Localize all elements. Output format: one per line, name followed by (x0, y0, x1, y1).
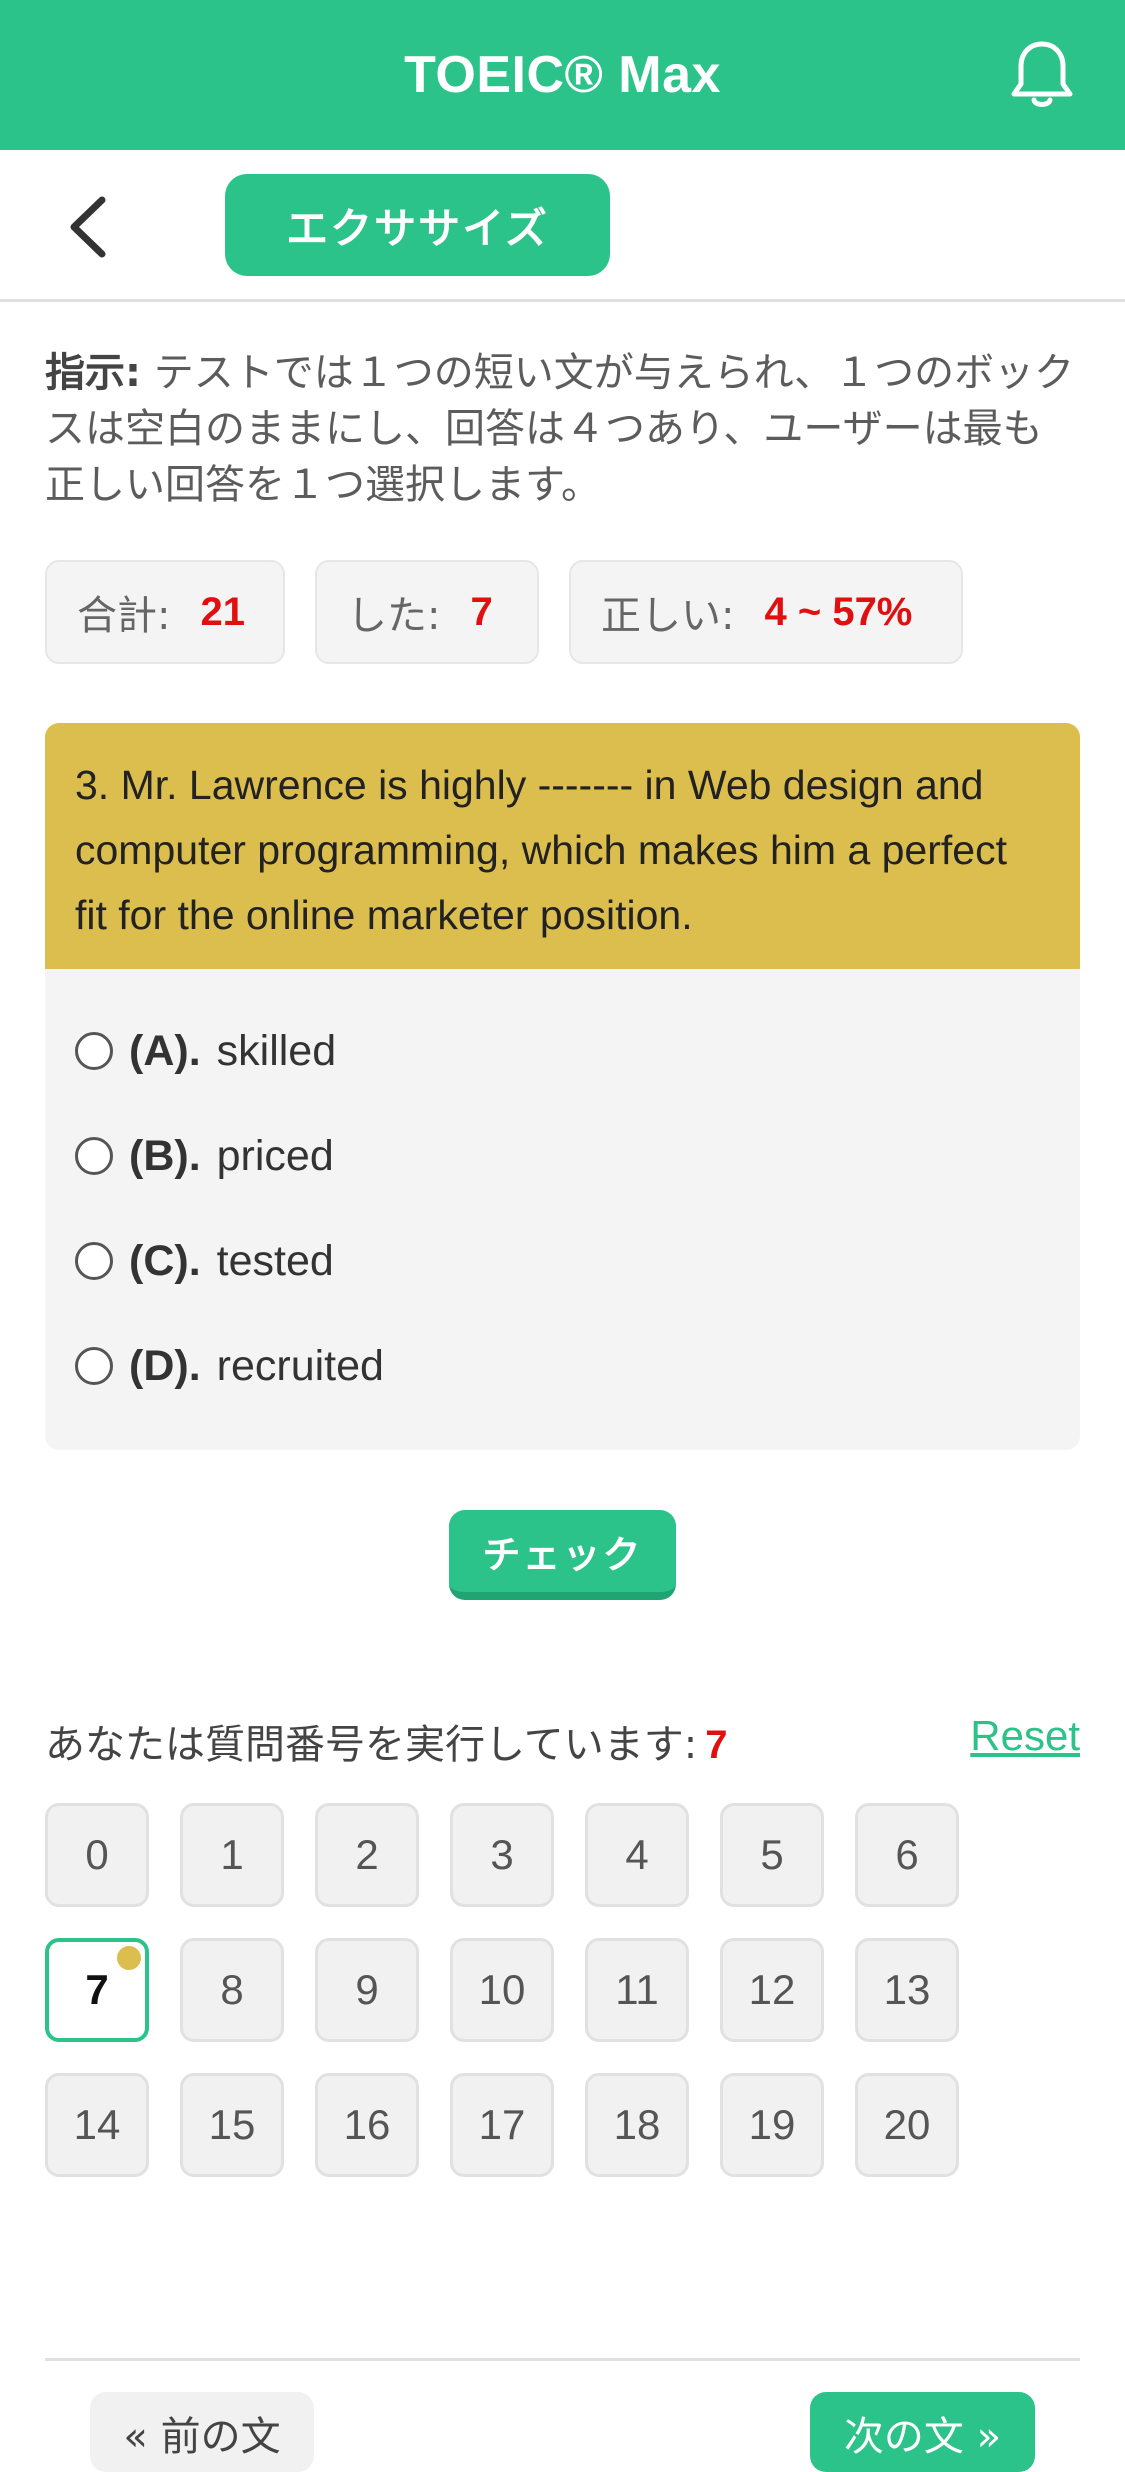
option-c[interactable]: (C). tested (75, 1231, 334, 1291)
question-number-16[interactable]: 16 (315, 2073, 419, 2177)
stat-done: した: 7 (315, 560, 539, 664)
option-letter: (C). (129, 1236, 201, 1285)
app-header: TOEIC® Max (0, 0, 1125, 150)
running-question-label: あなたは質問番号を実行しています: 7 (45, 1712, 728, 1770)
question-number-0[interactable]: 0 (45, 1803, 149, 1907)
question-number-19[interactable]: 19 (720, 2073, 824, 2177)
option-letter: (B). (129, 1131, 201, 1180)
stat-done-label: した: (347, 593, 441, 639)
question-number-5[interactable]: 5 (720, 1803, 824, 1907)
app-title: TOEIC® Max (404, 46, 721, 104)
instructions: 指示: テストでは１つの短い文が与えられ、１つのボックスは空白のままにし、回答は… (45, 345, 1080, 513)
question-number-10[interactable]: 10 (450, 1938, 554, 2042)
instructions-text: テストでは１つの短い文が与えられ、１つのボックスは空白のままにし、回答は４つあり… (45, 350, 1075, 508)
stat-done-value: 7 (470, 589, 493, 634)
question-number-12[interactable]: 12 (720, 1938, 824, 2042)
option-text: priced (216, 1131, 334, 1180)
question-number-9[interactable]: 9 (315, 1938, 419, 2042)
stat-total-label: 合計: (77, 593, 171, 639)
current-question-number: 7 (705, 1723, 728, 1767)
previous-sentence-button[interactable]: « 前の文 (90, 2392, 314, 2472)
radio-button[interactable] (75, 1137, 113, 1175)
radio-button[interactable] (75, 1242, 113, 1280)
question-number-18[interactable]: 18 (585, 2073, 689, 2177)
stat-correct-label: 正しい: (601, 593, 735, 639)
stat-correct: 正しい: 4 ~ 57% (569, 560, 963, 664)
option-letter: (A). (129, 1026, 201, 1075)
stat-correct-value: 4 ~ 57% (764, 589, 913, 634)
running-label-text: あなたは質問番号を実行しています: (45, 1722, 698, 1768)
option-text: tested (216, 1236, 334, 1285)
divider (45, 2358, 1080, 2361)
option-letter: (D). (129, 1341, 201, 1390)
option-text: skilled (216, 1026, 337, 1075)
question-number-13[interactable]: 13 (855, 1938, 959, 2042)
question-number-1[interactable]: 1 (180, 1803, 284, 1907)
question-text: 3. Mr. Lawrence is highly ------- in Web… (45, 723, 1080, 969)
back-chevron-icon[interactable] (60, 192, 120, 262)
stat-total: 合計: 21 (45, 560, 285, 664)
question-number-8[interactable]: 8 (180, 1938, 284, 2042)
question-card: 3. Mr. Lawrence is highly ------- in Web… (45, 723, 1080, 1450)
instructions-label: 指示: (45, 350, 141, 396)
current-indicator-dot (117, 1946, 141, 1970)
option-text: recruited (216, 1341, 384, 1390)
check-button[interactable]: チェック (449, 1510, 676, 1600)
bell-icon[interactable] (1007, 38, 1077, 112)
question-number-2[interactable]: 2 (315, 1803, 419, 1907)
reset-link[interactable]: Reset (970, 1712, 1080, 1760)
question-number-7-current[interactable]: 7 (45, 1938, 149, 2042)
question-number-label: 7 (85, 1966, 109, 2013)
question-number-11[interactable]: 11 (585, 1938, 689, 2042)
question-number-6[interactable]: 6 (855, 1803, 959, 1907)
sub-header: エクササイズ (0, 150, 1125, 302)
stat-total-value: 21 (200, 589, 245, 634)
radio-button[interactable] (75, 1032, 113, 1070)
question-number-17[interactable]: 17 (450, 2073, 554, 2177)
radio-button[interactable] (75, 1347, 113, 1385)
question-number-4[interactable]: 4 (585, 1803, 689, 1907)
question-number-20[interactable]: 20 (855, 2073, 959, 2177)
question-number-14[interactable]: 14 (45, 2073, 149, 2177)
question-number-3[interactable]: 3 (450, 1803, 554, 1907)
option-a[interactable]: (A). skilled (75, 1021, 336, 1081)
exercise-button[interactable]: エクササイズ (225, 174, 610, 276)
option-b[interactable]: (B). priced (75, 1126, 334, 1186)
option-d[interactable]: (D). recruited (75, 1336, 384, 1396)
question-number-15[interactable]: 15 (180, 2073, 284, 2177)
next-sentence-button[interactable]: 次の文 » (810, 2392, 1035, 2472)
